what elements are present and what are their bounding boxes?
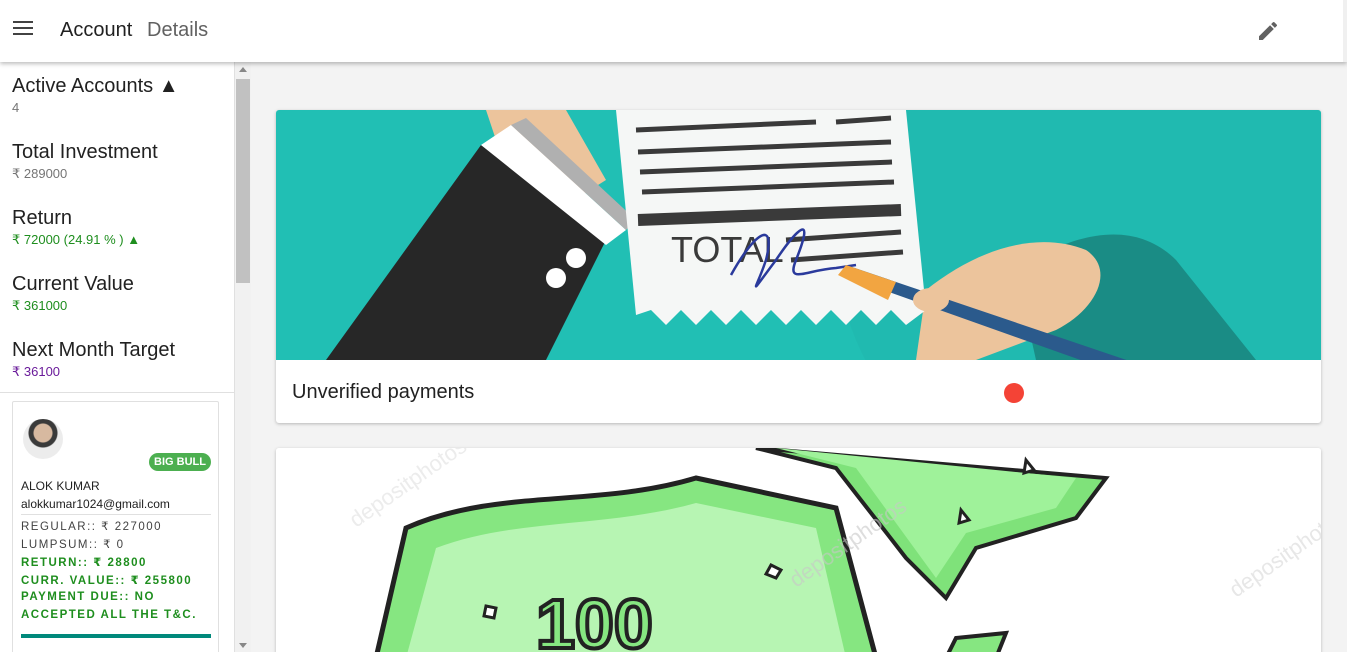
- stat-label: Current Value: [12, 273, 134, 295]
- sidebar-divider: [0, 392, 234, 393]
- terms-status: ACCEPTED ALL THE T&C.: [21, 609, 197, 621]
- page-subtitle: Details: [147, 19, 209, 41]
- progress-bar: [21, 634, 211, 638]
- stat-label: Return: [12, 207, 73, 229]
- card-title: Unverified payments: [292, 381, 475, 403]
- sidebar: Active Accounts ▲ 4 Total Investment ₹ 2…: [0, 62, 235, 652]
- user-divider: [21, 514, 211, 515]
- app-bar: Account Details: [0, 0, 1347, 62]
- scroll-up-arrow-icon[interactable]: [239, 67, 247, 72]
- avatar[interactable]: [23, 419, 63, 459]
- appbar-edge: [1343, 0, 1347, 62]
- payment-due: PAYMENT DUE:: NO: [21, 591, 155, 603]
- menu-icon[interactable]: [13, 21, 33, 37]
- money-card[interactable]: 100 depositphotos depositphotos depositp…: [276, 448, 1321, 652]
- stat-label: Next Month Target: [12, 339, 176, 361]
- lumpsum-amount: LUMPSUM:: ₹ 0: [21, 539, 125, 551]
- current-value-amount: CURR. VALUE:: ₹ 255800: [21, 575, 193, 587]
- status-dot: [1004, 383, 1024, 403]
- stat-label: Total Investment: [12, 141, 158, 163]
- stat-label: Active Accounts ▲: [12, 75, 179, 97]
- user-name: ALOK KUMAR: [21, 479, 100, 493]
- sidebar-scrollbar[interactable]: [235, 62, 251, 652]
- return-amount: RETURN:: ₹ 28800: [21, 557, 147, 569]
- stat-value: 4: [12, 100, 20, 115]
- stat-value: ₹ 289000: [12, 166, 68, 181]
- stat-value: ₹ 361000: [12, 298, 68, 313]
- progress-bar-fill: [21, 634, 211, 638]
- stat-active-accounts[interactable]: Active Accounts ▲ 4: [12, 74, 179, 116]
- svg-text:100: 100: [536, 585, 653, 652]
- user-card[interactable]: BIG BULL ALOK KUMAR alokkumar1024@gmail.…: [12, 401, 219, 652]
- unverified-payments-card[interactable]: TOTAL Unverified payments: [276, 110, 1321, 423]
- scroll-down-arrow-icon[interactable]: [239, 643, 247, 648]
- status-badge: BIG BULL: [149, 453, 211, 471]
- stat-value: ₹ 36100: [12, 364, 61, 379]
- stat-next-month-target[interactable]: Next Month Target ₹ 36100: [12, 338, 175, 380]
- stat-total-investment[interactable]: Total Investment ₹ 289000: [12, 140, 158, 182]
- regular-amount: REGULAR:: ₹ 227000: [21, 521, 163, 533]
- signing-document-illustration: TOTAL: [276, 110, 1321, 360]
- money-illustration: 100 depositphotos depositphotos depositp…: [276, 448, 1321, 652]
- page-title: Account: [60, 19, 133, 41]
- pencil-icon[interactable]: [1256, 19, 1280, 43]
- user-email: alokkumar1024@gmail.com: [21, 497, 170, 511]
- scrollbar-thumb[interactable]: [236, 79, 250, 283]
- stat-value: ₹ 72000 (24.91 % ) ▲: [12, 232, 141, 247]
- stat-current-value[interactable]: Current Value ₹ 361000: [12, 272, 134, 314]
- stat-return[interactable]: Return ₹ 72000 (24.91 % ) ▲: [12, 206, 140, 248]
